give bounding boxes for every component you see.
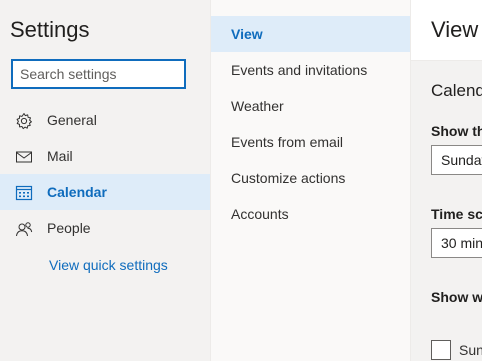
- first-day-label: Show th: [431, 123, 482, 139]
- time-scale-dropdown[interactable]: 30 min: [431, 228, 482, 258]
- nav-item-label: Calendar: [47, 184, 107, 200]
- subnav-item-accounts[interactable]: Accounts: [211, 196, 410, 232]
- subnav-item-label: Accounts: [231, 206, 289, 222]
- gear-icon: [15, 112, 33, 130]
- view-settings-pane: View Calend Show th Sunday Time sca 30 m…: [410, 0, 482, 361]
- search-input[interactable]: [20, 61, 180, 87]
- view-quick-settings-link[interactable]: View quick settings: [49, 257, 168, 273]
- calendar-appearance-heading: Calend: [431, 81, 482, 100]
- time-scale-label: Time sca: [431, 206, 482, 222]
- mail-icon: [15, 148, 33, 166]
- sunday-checkbox-label: Sun: [459, 342, 482, 358]
- calendar-icon: [15, 184, 33, 202]
- subnav-item-label: Weather: [231, 98, 284, 114]
- nav-item-calendar[interactable]: Calendar: [0, 174, 210, 210]
- subnav-item-events-from-email[interactable]: Events from email: [211, 124, 410, 160]
- calendar-subnav-pane: View Events and invitations Weather Even…: [210, 0, 410, 361]
- settings-nav-pane: Settings General Mail: [0, 0, 210, 361]
- subnav-item-view[interactable]: View: [211, 16, 410, 52]
- time-scale-value: 30 min: [441, 235, 482, 251]
- show-work-week-label: Show wo: [431, 289, 482, 305]
- subnav-item-events-and-invitations[interactable]: Events and invitations: [211, 52, 410, 88]
- subnav-item-label: Events and invitations: [231, 62, 368, 78]
- subnav-item-label: View: [231, 26, 263, 42]
- first-day-value: Sunday: [441, 152, 482, 168]
- nav-item-label: People: [47, 220, 91, 236]
- view-settings-title: View: [431, 17, 479, 42]
- sunday-checkbox[interactable]: [431, 340, 451, 360]
- subnav-item-customize-actions[interactable]: Customize actions: [211, 160, 410, 196]
- settings-title: Settings: [10, 17, 90, 42]
- first-day-dropdown[interactable]: Sunday: [431, 145, 482, 175]
- people-icon: [15, 220, 33, 238]
- search-box[interactable]: [11, 59, 186, 89]
- nav-item-label: Mail: [47, 148, 73, 164]
- subnav-item-label: Customize actions: [231, 170, 346, 186]
- nav-item-people[interactable]: People: [0, 210, 210, 246]
- nav-item-general[interactable]: General: [0, 102, 210, 138]
- subnav-item-weather[interactable]: Weather: [211, 88, 410, 124]
- nav-item-mail[interactable]: Mail: [0, 138, 210, 174]
- subnav-item-label: Events from email: [231, 134, 344, 150]
- nav-item-label: General: [47, 112, 97, 128]
